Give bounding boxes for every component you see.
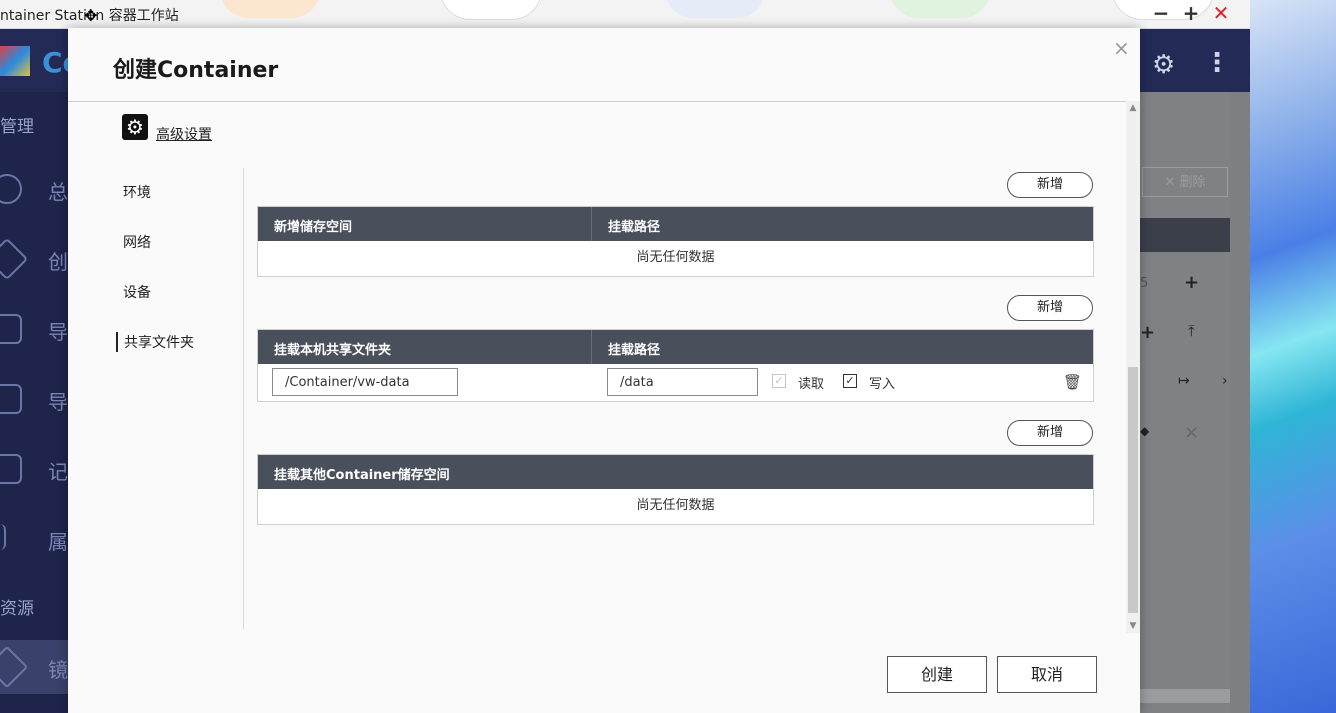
settings-gear-icon[interactable]: ⚙ bbox=[1152, 50, 1175, 80]
titlebar-decoration bbox=[665, 0, 765, 18]
titlebar-decoration bbox=[220, 0, 320, 18]
container-storage-table-header: 挂载其他Container储存空间 bbox=[258, 455, 1093, 489]
sidebar-item-log[interactable]: 记 bbox=[0, 448, 68, 488]
maximize-button[interactable]: + bbox=[1182, 2, 1200, 24]
gear-icon: ⚙ bbox=[122, 114, 148, 140]
column-header: 挂载其他Container储存空间 bbox=[274, 464, 450, 483]
more-menu-icon[interactable]: ⋮ bbox=[1204, 48, 1230, 78]
create-icon bbox=[0, 238, 28, 280]
scroll-down-arrow-icon[interactable]: ▼ bbox=[1126, 621, 1140, 631]
sidebar-item-properties[interactable]: 属 bbox=[0, 518, 68, 558]
right-horizontal-scrollbar[interactable] bbox=[1140, 689, 1230, 703]
window-controls: − + ✕ bbox=[1152, 2, 1230, 24]
sidebar-section-manage: 管理 bbox=[0, 112, 34, 137]
settings-tab-list: 环境 网络 设备 共享文件夹 bbox=[113, 168, 244, 629]
dialog-close-button[interactable]: × bbox=[1113, 36, 1130, 60]
column-divider bbox=[591, 330, 592, 364]
scrollbar-thumb[interactable] bbox=[1128, 367, 1138, 613]
tab-environment[interactable]: 环境 bbox=[123, 182, 151, 202]
add-icon[interactable]: + bbox=[1184, 272, 1199, 293]
tab-network[interactable]: 网络 bbox=[123, 232, 151, 252]
write-checkbox[interactable]: ✓ bbox=[843, 374, 857, 388]
sidebar-item-create[interactable]: 创 bbox=[0, 238, 68, 278]
scroll-up-arrow-icon[interactable]: ▲ bbox=[1126, 103, 1140, 113]
write-label: 写入 bbox=[869, 373, 895, 392]
properties-icon bbox=[0, 524, 6, 550]
sidebar-item-import[interactable]: 导 bbox=[0, 308, 68, 348]
trash-icon[interactable]: 🗑 bbox=[1063, 373, 1082, 391]
logout-icon[interactable]: ↦ bbox=[1178, 373, 1190, 389]
column-header: 挂载本机共享文件夹 bbox=[274, 339, 391, 358]
column-header: 挂载路径 bbox=[608, 216, 660, 235]
delete-button[interactable]: ✕ 删除 bbox=[1142, 167, 1228, 197]
right-row-1-text: 5 bbox=[1140, 276, 1148, 291]
right-table-header bbox=[1140, 218, 1230, 252]
log-icon bbox=[0, 454, 22, 484]
column-header: 挂载路径 bbox=[608, 339, 660, 358]
right-row-3: ↦ › bbox=[1140, 364, 1230, 414]
column-header: 新增储存空间 bbox=[274, 216, 352, 235]
container-storage-table: 挂载其他Container储存空间 尚无任何数据 bbox=[257, 454, 1094, 525]
minimize-button[interactable]: − bbox=[1152, 2, 1170, 24]
dialog-scrollbar[interactable]: ▲ ▼ bbox=[1126, 101, 1140, 633]
read-checkbox[interactable]: ✓ bbox=[772, 374, 786, 388]
mount-path-input[interactable] bbox=[607, 368, 758, 396]
sidebar-section-resources: 资源 bbox=[0, 594, 34, 619]
import-icon bbox=[0, 314, 22, 344]
right-row-2: + ⤒ bbox=[1140, 314, 1230, 364]
add-container-storage-button[interactable]: 新增 bbox=[1007, 420, 1093, 446]
arrow-icon[interactable]: ◆ bbox=[1140, 424, 1149, 438]
dialog-header: 创建Container × bbox=[68, 28, 1140, 102]
storage-table: 新增储存空间 挂载路径 尚无任何数据 bbox=[257, 206, 1094, 277]
sidebar-item-dashboard[interactable]: 总 bbox=[0, 168, 68, 208]
cancel-button[interactable]: 取消 bbox=[997, 656, 1097, 693]
sidebar-item-images[interactable]: 镜 bbox=[0, 640, 68, 694]
add-storage-button[interactable]: 新增 bbox=[1007, 172, 1093, 198]
titlebar-decoration bbox=[440, 0, 542, 20]
add-icon[interactable]: + bbox=[1140, 322, 1155, 343]
export-icon bbox=[0, 384, 22, 414]
read-label: 读取 bbox=[798, 373, 824, 392]
advanced-settings-label[interactable]: 高级设置 bbox=[156, 124, 212, 144]
desktop-wallpaper bbox=[1250, 0, 1336, 713]
add-shared-folder-button[interactable]: 新增 bbox=[1007, 295, 1093, 321]
column-divider bbox=[591, 207, 592, 241]
layers-icon bbox=[0, 646, 28, 688]
window-titlebar[interactable]: ntainer Station 容器工作站 ✥ − + ✕ bbox=[0, 0, 1250, 29]
tab-devices[interactable]: 设备 bbox=[123, 282, 151, 302]
close-icon[interactable]: × bbox=[1184, 422, 1199, 443]
tab-shared-folders[interactable]: 共享文件夹 bbox=[116, 332, 194, 352]
dashboard-icon bbox=[0, 174, 22, 204]
right-row-4: ◆ × bbox=[1140, 414, 1230, 464]
dialog-title: 创建Container bbox=[113, 52, 278, 84]
chevron-right-icon[interactable]: › bbox=[1222, 373, 1228, 389]
empty-message: 尚无任何数据 bbox=[258, 489, 1093, 524]
empty-message: 尚无任何数据 bbox=[258, 241, 1093, 276]
create-container-dialog: 创建Container × ⚙ 高级设置 环境 网络 设备 共享文件夹 ▲ ▼ … bbox=[68, 28, 1140, 713]
upload-icon[interactable]: ⤒ bbox=[1188, 322, 1195, 340]
move-cursor-icon: ✥ bbox=[84, 6, 97, 25]
create-button[interactable]: 创建 bbox=[887, 656, 987, 693]
host-path-input[interactable] bbox=[272, 368, 458, 396]
shared-folder-table-header: 挂载本机共享文件夹 挂载路径 bbox=[258, 330, 1093, 364]
table-row: ✓ 读取 ✓ 写入 🗑 bbox=[258, 364, 1093, 401]
right-row-1: 5 + bbox=[1140, 264, 1230, 314]
app-sidebar: 管理 总 创 导 导 记 属 资源 镜 bbox=[0, 92, 68, 713]
app-logo-icon bbox=[0, 46, 30, 76]
shared-folder-table: 挂载本机共享文件夹 挂载路径 ✓ 读取 ✓ 写入 🗑 bbox=[257, 329, 1094, 402]
close-window-button[interactable]: ✕ bbox=[1212, 2, 1230, 24]
storage-table-header: 新增储存空间 挂载路径 bbox=[258, 207, 1093, 241]
titlebar-decoration bbox=[890, 0, 990, 18]
sidebar-item-export[interactable]: 导 bbox=[0, 378, 68, 418]
